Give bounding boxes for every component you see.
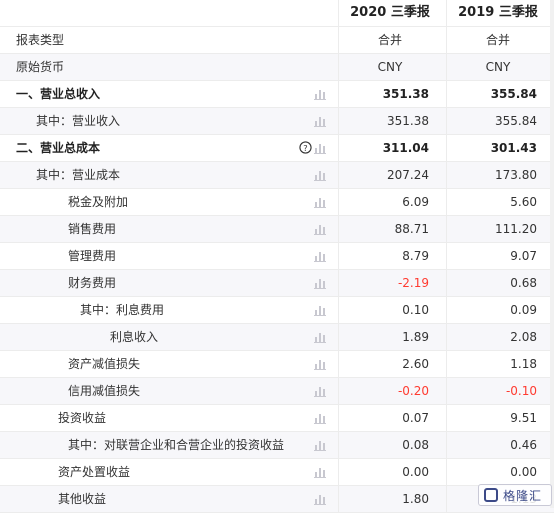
bar-chart-icon[interactable] [314,331,326,343]
table-row: 利息收入 1.892.08 [0,324,554,351]
income-statement-table: 2020 三季报 2019 三季报 报表类型合并合并原始货币CNYCNY一、营业… [0,0,554,513]
row-label: 资产处置收益 [58,459,130,485]
bar-chart-icon[interactable] [314,88,326,100]
row-label: 其中：营业成本 [36,162,120,188]
svg-text:?: ? [303,143,307,153]
value-2019-q3: 355.84 [446,81,549,107]
table-row: 二、营业总成本? 311.04301.43 [0,135,554,162]
row-label: 投资收益 [58,405,106,431]
value-2020-q3: 311.04 [338,135,441,161]
value-2019-q3: 5.60 [446,189,549,215]
watermark-text: 格隆汇 [503,487,542,504]
value-2019-q3: 1.18 [446,351,549,377]
row-label: 其中：利息费用 [80,297,164,323]
value-2019-q3: 355.84 [446,108,549,134]
value-2019-q3: 2.08 [446,324,549,350]
table-row: 资产处置收益 0.000.00 [0,459,554,486]
table-row: 其他收益1.801.13 [0,486,554,513]
table-body: 报表类型合并合并原始货币CNYCNY一、营业总收入351.38355.84其中：… [0,27,554,513]
help-icon[interactable]: ? [299,141,312,154]
value-2019-q3: 9.07 [446,243,549,269]
table-row: 销售费用 88.71111.20 [0,216,554,243]
table-row: 其中：营业收入 351.38355.84 [0,108,554,135]
table-row: 其中：利息费用 0.100.09 [0,297,554,324]
value-2020-q3: 6.09 [338,189,441,215]
value-2020-q3: 合并 [338,27,441,53]
value-2019-q3: 0.68 [446,270,549,296]
bar-chart-icon[interactable] [314,169,326,181]
row-label: 其他收益 [58,486,106,512]
bar-chart-icon[interactable] [314,439,326,451]
value-2020-q3: 207.24 [338,162,441,188]
bar-chart-icon[interactable] [314,304,326,316]
row-label: 其中：对联营企业和合营企业的投资收益 [68,432,284,458]
bar-chart-icon[interactable] [314,223,326,235]
value-2019-q3: -0.10 [446,378,549,404]
value-2019-q3: 173.80 [446,162,549,188]
table-row: 信用减值损失 -0.20-0.10 [0,378,554,405]
value-2020-q3: -0.20 [338,378,441,404]
bar-chart-icon[interactable] [314,358,326,370]
row-label: 信用减值损失 [68,378,140,404]
value-2020-q3: 0.10 [338,297,441,323]
bar-chart-icon[interactable] [314,493,326,505]
column-header-2019-q3[interactable]: 2019 三季报 [446,0,549,26]
row-label: 资产减值损失 [68,351,140,377]
bar-chart-icon[interactable] [314,385,326,397]
row-label: 税金及附加 [68,189,128,215]
value-2019-q3: 111.20 [446,216,549,242]
value-2020-q3: CNY [338,54,441,80]
vertical-scrollbar[interactable] [550,0,554,508]
value-2019-q3: 301.43 [446,135,549,161]
row-label: 利息收入 [110,324,158,350]
row-label: 销售费用 [68,216,116,242]
row-label: 报表类型 [16,27,64,53]
value-2020-q3: 1.89 [338,324,441,350]
value-2020-q3: 1.80 [338,486,441,512]
value-2019-q3: 0.46 [446,432,549,458]
value-2020-q3: -2.19 [338,270,441,296]
value-2019-q3: 合并 [446,27,549,53]
value-2019-q3: 0.00 [446,459,549,485]
value-2019-q3: 9.51 [446,405,549,431]
table-header: 2020 三季报 2019 三季报 [0,0,554,27]
value-2020-q3: 351.38 [338,108,441,134]
row-label: 管理费用 [68,243,116,269]
row-label: 财务费用 [68,270,116,296]
table-row: 财务费用 -2.190.68 [0,270,554,297]
value-2020-q3: 0.00 [338,459,441,485]
table-row: 一、营业总收入 351.38355.84 [0,81,554,108]
bar-chart-icon[interactable] [314,115,326,127]
table-row: 原始货币 CNYCNY [0,54,554,81]
value-2020-q3: 351.38 [338,81,441,107]
bar-chart-icon[interactable] [314,412,326,424]
row-label: 其中：营业收入 [36,108,120,134]
bar-chart-icon[interactable] [314,196,326,208]
column-header-2020-q3[interactable]: 2020 三季报 [338,0,441,26]
value-2020-q3: 2.60 [338,351,441,377]
value-2020-q3: 0.08 [338,432,441,458]
table-row: 税金及附加 6.095.60 [0,189,554,216]
table-row: 管理费用 8.799.07 [0,243,554,270]
logo-icon [484,488,498,502]
value-2020-q3: 8.79 [338,243,441,269]
bar-chart-icon[interactable] [314,277,326,289]
value-2020-q3: 0.07 [338,405,441,431]
row-label: 二、营业总成本 [16,135,100,161]
value-2020-q3: 88.71 [338,216,441,242]
table-row: 报表类型 合并合并 [0,27,554,54]
value-2019-q3: 0.09 [446,297,549,323]
bar-chart-icon[interactable] [314,250,326,262]
row-label: 原始货币 [16,54,64,80]
table-row: 资产减值损失 2.601.18 [0,351,554,378]
table-row: 其中：营业成本 207.24173.80 [0,162,554,189]
value-2019-q3: CNY [446,54,549,80]
bar-chart-icon[interactable] [314,466,326,478]
table-row: 投资收益 0.079.51 [0,405,554,432]
row-label: 一、营业总收入 [16,81,100,107]
watermark-logo: 格隆汇 [478,484,552,506]
bar-chart-icon[interactable] [314,142,326,154]
table-row: 其中：对联营企业和合营企业的投资收益 0.080.46 [0,432,554,459]
